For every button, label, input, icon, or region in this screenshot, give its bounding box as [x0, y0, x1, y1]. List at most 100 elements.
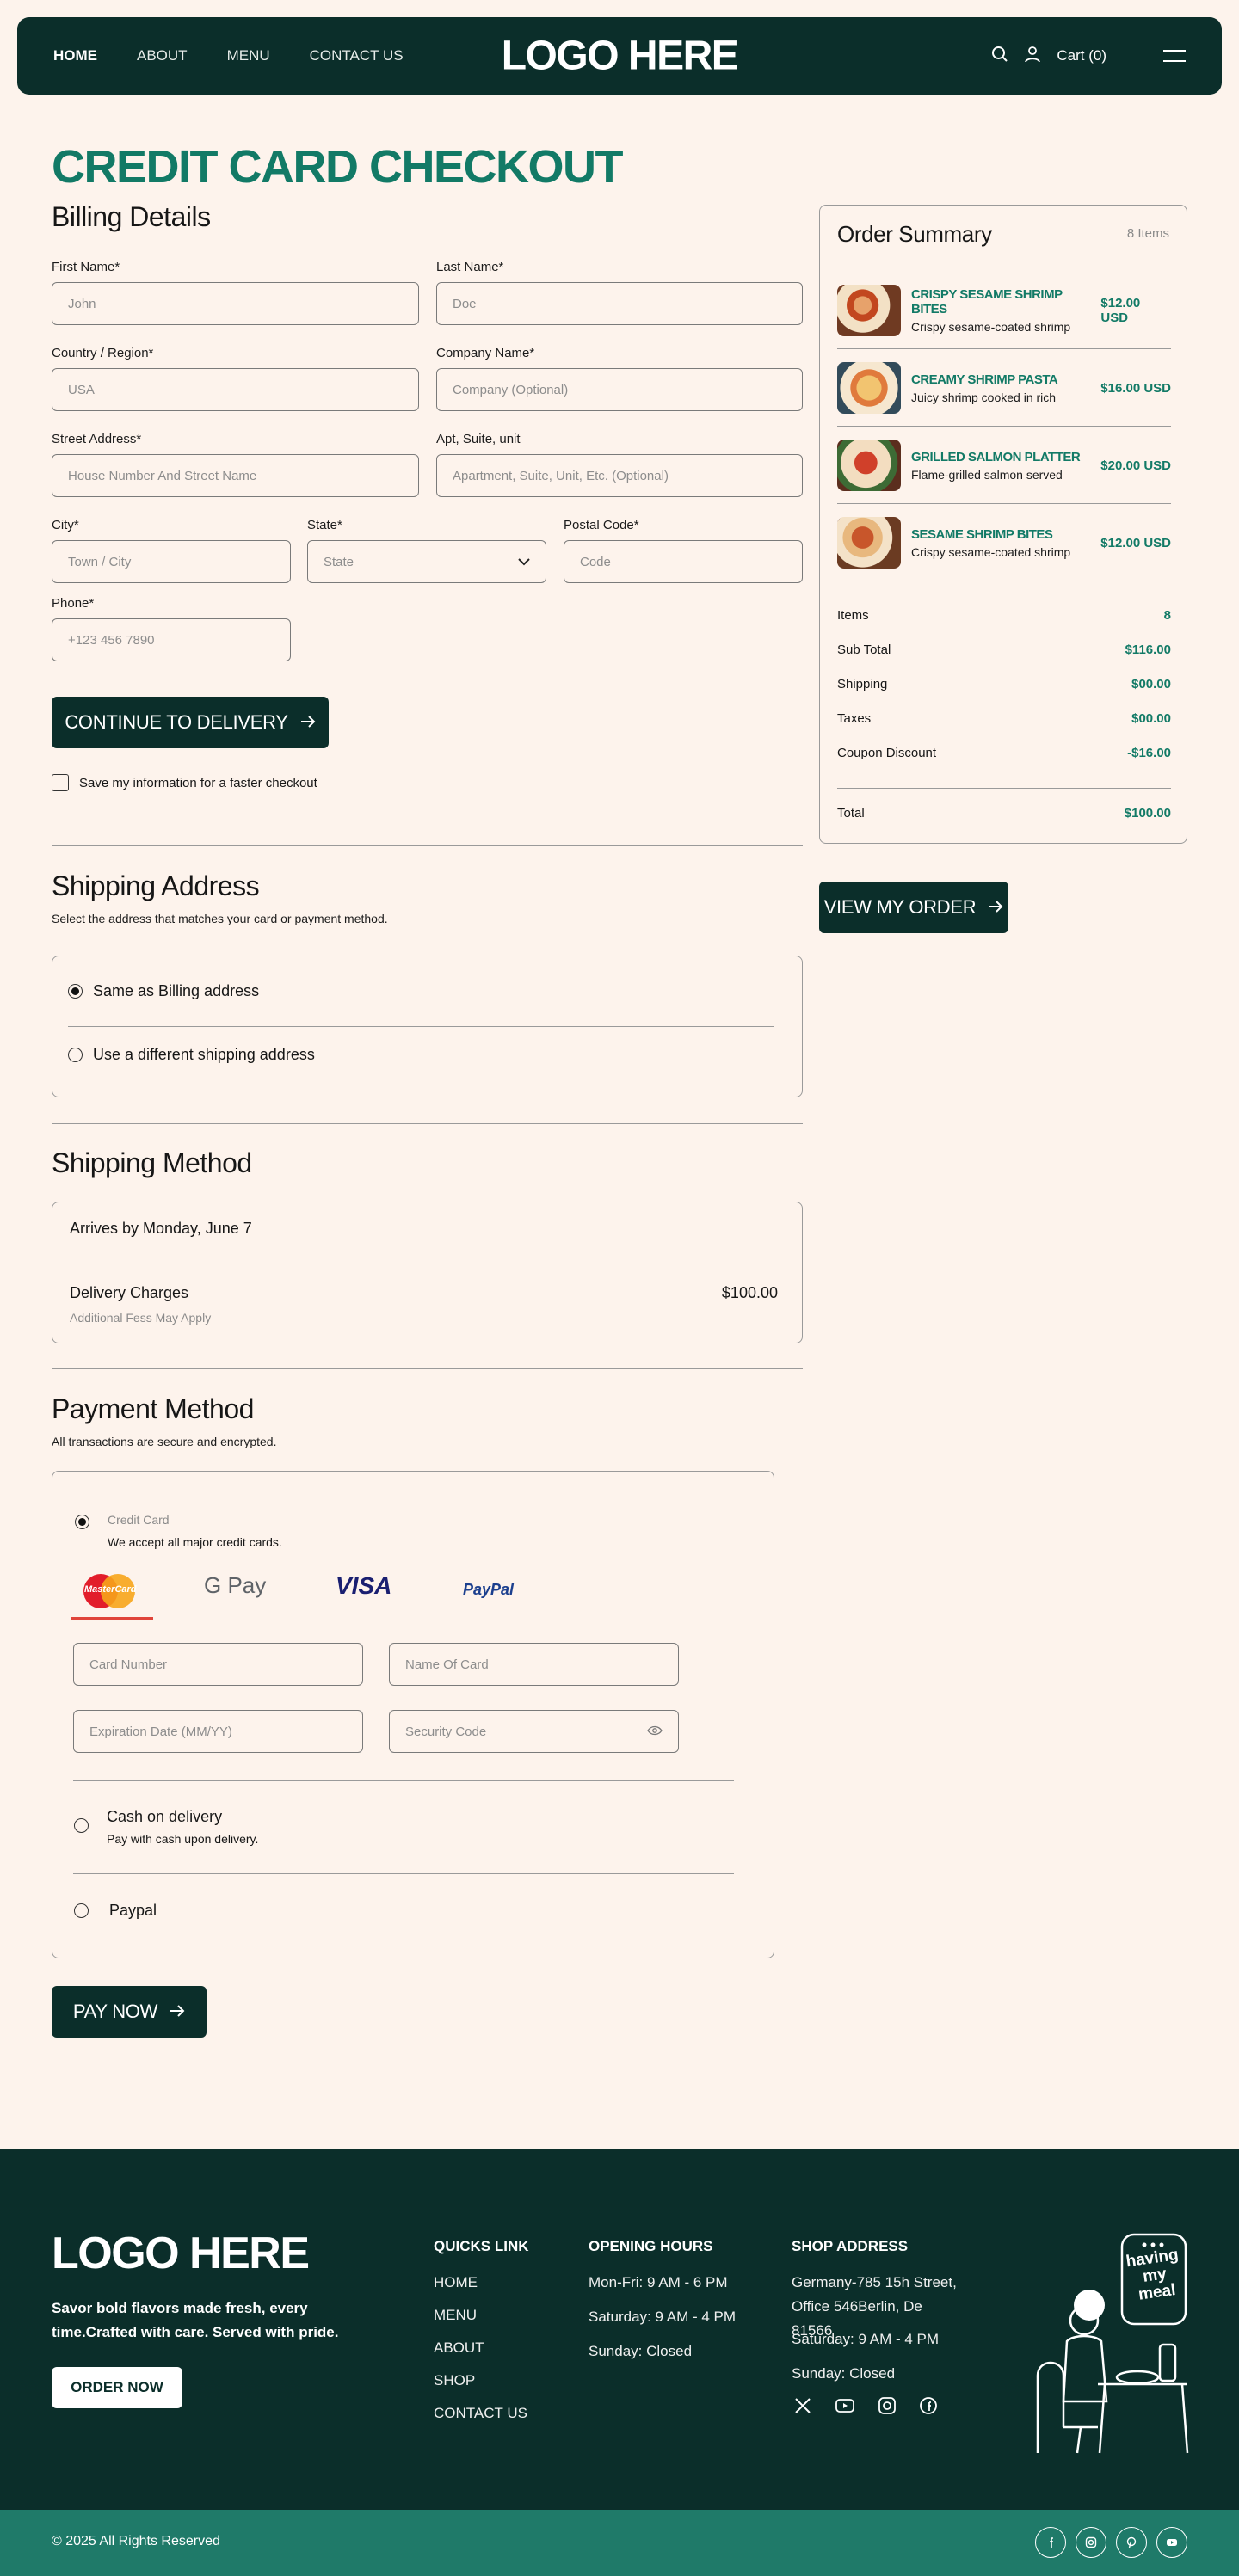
country-input[interactable]: USA: [52, 368, 419, 411]
security-code-input[interactable]: Security Code: [389, 1710, 679, 1753]
city-label: City*: [52, 518, 79, 532]
instagram-icon[interactable]: [1076, 2527, 1106, 2558]
credit-card-title: Credit Card: [108, 1513, 170, 1527]
order-item[interactable]: SESAME SHRIMP BITES Crispy sesame-coated…: [837, 513, 1171, 572]
pinterest-icon[interactable]: [1116, 2527, 1147, 2558]
hamburger-menu-icon[interactable]: [1163, 50, 1186, 62]
food-thumbnail: [837, 362, 901, 414]
first-name-input[interactable]: John: [52, 282, 419, 325]
state-select[interactable]: State: [307, 540, 546, 583]
having-my-meal-illustration: having my meal: [1029, 2229, 1193, 2462]
item-divider: [837, 503, 1171, 504]
order-now-button[interactable]: ORDER NOW: [52, 2367, 182, 2408]
search-icon[interactable]: [991, 46, 1008, 67]
payment-method-title: Payment Method: [52, 1393, 254, 1424]
order-item[interactable]: CREAMY SHRIMP PASTA Juicy shrimp cooked …: [837, 359, 1171, 417]
shipping-address-subtitle: Select the address that matches your car…: [52, 912, 388, 925]
postal-input[interactable]: Code: [564, 540, 803, 583]
payment-divider: [73, 1873, 734, 1874]
mastercard-logo[interactable]: MasterCard: [79, 1572, 139, 1610]
visa-logo[interactable]: VISA: [336, 1572, 391, 1600]
summary-value: -$16.00: [1127, 746, 1171, 760]
footer-link-contact[interactable]: CONTACT US: [434, 2405, 527, 2422]
footer-link-menu[interactable]: MENU: [434, 2307, 477, 2324]
footer-link-about[interactable]: ABOUT: [434, 2339, 484, 2357]
last-name-label: Last Name*: [436, 260, 504, 274]
different-address-radio[interactable]: [68, 1048, 83, 1062]
same-as-billing-radio[interactable]: [68, 984, 83, 999]
gpay-logo[interactable]: G Pay: [204, 1572, 266, 1599]
summary-line-taxes: Taxes $00.00: [837, 711, 1171, 726]
header-logo[interactable]: LOGO HERE: [502, 33, 739, 80]
cod-radio[interactable]: [74, 1818, 89, 1833]
hours-weekday: Mon-Fri: 9 AM - 6 PM: [589, 2274, 728, 2290]
credit-card-option[interactable]: [75, 1515, 89, 1529]
main-nav: HOME ABOUT MENU CONTACT US: [53, 47, 404, 65]
expiration-input[interactable]: Expiration Date (MM/YY): [73, 1710, 363, 1753]
cart-link[interactable]: Cart (0): [1057, 47, 1106, 65]
youtube-icon[interactable]: [835, 2396, 855, 2419]
same-as-billing-option[interactable]: Same as Billing address: [68, 982, 259, 1000]
view-my-order-button[interactable]: VIEW MY ORDER: [819, 882, 1008, 933]
delivery-note: Additional Fess May Apply: [70, 1311, 212, 1325]
different-address-option[interactable]: Use a different shipping address: [68, 1046, 315, 1064]
user-icon[interactable]: [1024, 46, 1041, 67]
summary-line-shipping: Shipping $00.00: [837, 677, 1171, 692]
youtube-icon[interactable]: [1156, 2527, 1187, 2558]
arrow-right-icon: [300, 711, 316, 734]
payment-method-subtitle: All transactions are secure and encrypte…: [52, 1435, 277, 1448]
apt-input[interactable]: Apartment, Suite, Unit, Etc. (Optional): [436, 454, 803, 497]
eye-icon[interactable]: [647, 1725, 663, 1739]
item-name: SESAME SHRIMP BITES: [911, 526, 1053, 542]
item-price: $20.00 USD: [1100, 458, 1171, 473]
delivery-charges-label: Delivery Charges: [70, 1284, 189, 1301]
option-divider: [68, 1026, 774, 1027]
card-number-input[interactable]: Card Number: [73, 1643, 363, 1686]
order-item[interactable]: CRISPY SESAME SHRIMP BITES Crispy sesame…: [837, 281, 1171, 340]
divider: [52, 1368, 803, 1369]
pay-now-button[interactable]: PAY NOW: [52, 1986, 206, 2038]
social-icons-row: [793, 2396, 938, 2419]
copyright: © 2025 All Rights Reserved: [52, 2534, 220, 2548]
nav-about[interactable]: ABOUT: [137, 47, 188, 65]
summary-label: Taxes: [837, 711, 872, 726]
arrives-by-text: Arrives by Monday, June 7: [70, 1220, 252, 1237]
paypal-logo[interactable]: PayPal: [463, 1581, 514, 1599]
order-item[interactable]: GRILLED SALMON PLATTER Flame-grilled sal…: [837, 436, 1171, 495]
paypal-option[interactable]: Paypal: [74, 1902, 157, 1920]
continue-to-delivery-button[interactable]: CONTINUE TO DELIVERY: [52, 697, 329, 748]
phone-input[interactable]: +123 456 7890: [52, 618, 291, 661]
instagram-icon[interactable]: [878, 2396, 897, 2419]
footer-link-home[interactable]: HOME: [434, 2274, 478, 2291]
pay-now-label: PAY NOW: [72, 2001, 158, 2022]
x-icon[interactable]: [793, 2396, 812, 2419]
facebook-icon[interactable]: [1035, 2527, 1066, 2558]
company-label: Company Name*: [436, 346, 535, 360]
paypal-radio[interactable]: [74, 1903, 89, 1918]
summary-label: Sub Total: [837, 642, 891, 657]
facebook-icon[interactable]: [919, 2396, 938, 2419]
item-desc: Juicy shrimp cooked in rich: [911, 390, 1057, 404]
top-navbar: HOME ABOUT MENU CONTACT US LOGO HERE Car…: [17, 17, 1222, 95]
name-on-card-input[interactable]: Name Of Card: [389, 1643, 679, 1686]
billing-title: Billing Details: [52, 201, 211, 232]
paypal-option-label: Paypal: [109, 1902, 157, 1919]
nav-home[interactable]: HOME: [53, 47, 97, 65]
credit-card-radio[interactable]: [75, 1515, 89, 1529]
company-input[interactable]: Company (Optional): [436, 368, 803, 411]
footer-bottom-bar: © 2025 All Rights Reserved: [0, 2510, 1239, 2576]
nav-contact[interactable]: CONTACT US: [310, 47, 404, 65]
save-info-checkbox[interactable]: [52, 774, 69, 791]
item-desc: Crispy sesame-coated shrimp: [911, 320, 1071, 334]
city-input[interactable]: Town / City: [52, 540, 291, 583]
street-input[interactable]: House Number And Street Name: [52, 454, 419, 497]
cod-option[interactable]: [74, 1818, 89, 1833]
same-as-billing-label: Same as Billing address: [93, 982, 260, 999]
order-summary-title: Order Summary: [837, 221, 992, 247]
shipping-method-title: Shipping Method: [52, 1147, 252, 1178]
last-name-input[interactable]: Doe: [436, 282, 803, 325]
nav-menu[interactable]: MENU: [227, 47, 270, 65]
footer-link-shop[interactable]: SHOP: [434, 2372, 475, 2389]
save-info-row[interactable]: Save my information for a faster checkou…: [52, 774, 317, 791]
footer-logo[interactable]: LOGO HERE: [52, 2228, 310, 2279]
